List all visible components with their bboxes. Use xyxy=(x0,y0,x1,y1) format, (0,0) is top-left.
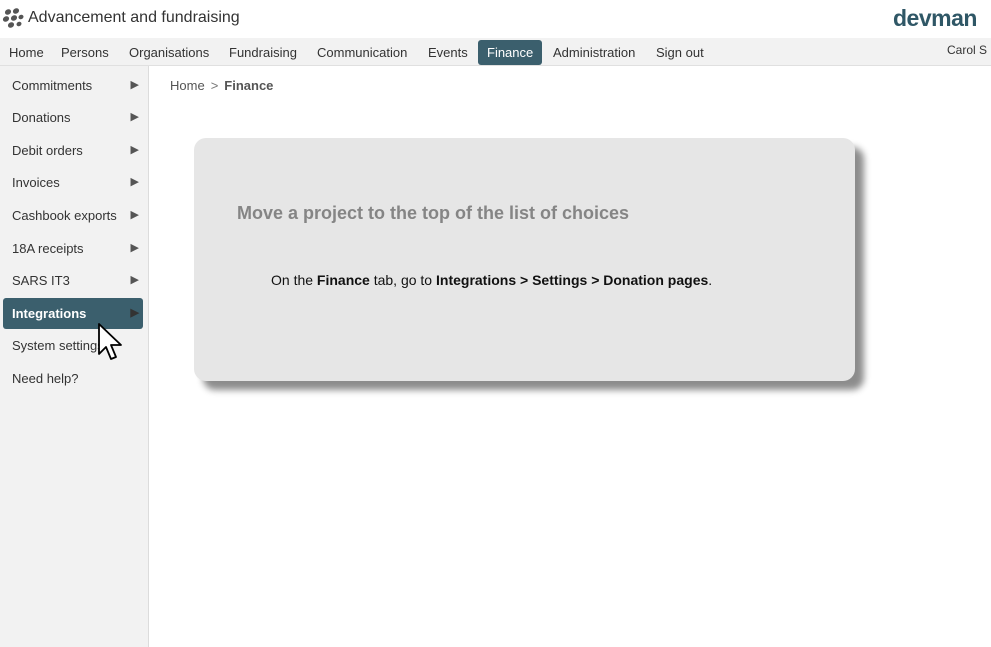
arrow-right-icon: ▶ xyxy=(130,111,139,123)
arrow-right-icon: ▶ xyxy=(130,307,139,319)
sidebar-item-label: Donations xyxy=(12,110,71,125)
arrow-right-icon: ▶ xyxy=(130,209,139,221)
sidebar-item-18a-receipts[interactable]: 18A receipts ▶ xyxy=(3,233,143,264)
instruction-path: Integrations > Settings > Donation pages xyxy=(436,272,709,288)
instruction-card: Move a project to the top of the list of… xyxy=(194,138,855,381)
sidebar-item-label: Need help? xyxy=(12,371,79,386)
arrow-right-icon: ▶ xyxy=(130,144,139,156)
sidebar-item-label: System settings xyxy=(12,338,104,353)
sidebar-item-debit-orders[interactable]: Debit orders ▶ xyxy=(3,135,143,166)
brand-logo[interactable]: devman xyxy=(893,5,977,32)
app-title: Advancement and fundraising xyxy=(28,9,240,26)
arrow-right-icon: ▶ xyxy=(130,79,139,91)
sidebar-item-label: Invoices xyxy=(12,175,60,190)
sidebar-item-label: Debit orders xyxy=(12,143,83,158)
sidebar-item-cashbook-exports[interactable]: Cashbook exports ▶ xyxy=(3,200,143,231)
instruction-text: . xyxy=(708,272,713,288)
instruction-tab-name: Finance xyxy=(316,272,370,288)
mouse-cursor-icon xyxy=(98,323,122,360)
main-navigation: Home Persons Organisations Fundraising C… xyxy=(0,38,991,66)
arrow-right-icon: ▶ xyxy=(130,176,139,188)
sidebar: Commitments ▶ Donations ▶ Debit orders ▶… xyxy=(0,66,149,647)
sidebar-item-label: SARS IT3 xyxy=(12,273,70,288)
sidebar-item-label: 18A receipts xyxy=(12,241,84,256)
sidebar-item-sars-it3[interactable]: SARS IT3 ▶ xyxy=(3,265,143,296)
breadcrumb-separator: > xyxy=(210,78,219,93)
breadcrumb-home[interactable]: Home xyxy=(170,78,205,93)
instruction-text: tab, go to xyxy=(369,272,436,288)
sidebar-item-label: Commitments xyxy=(12,78,93,93)
card-instruction: On the Finance tab, go to Integrations >… xyxy=(271,272,712,288)
nav-sign-out[interactable]: Sign out xyxy=(647,40,713,65)
nav-events[interactable]: Events xyxy=(419,40,477,65)
breadcrumb: Home > Finance xyxy=(170,78,273,93)
sidebar-item-label: Integrations xyxy=(12,306,87,321)
card-title: Move a project to the top of the list of… xyxy=(237,203,630,223)
sidebar-item-invoices[interactable]: Invoices ▶ xyxy=(3,167,143,198)
sidebar-item-label: Cashbook exports xyxy=(12,208,117,223)
nav-persons[interactable]: Persons xyxy=(52,40,118,65)
nav-home[interactable]: Home xyxy=(0,40,53,65)
app-logo-icon xyxy=(2,8,24,28)
sidebar-item-need-help[interactable]: Need help? xyxy=(3,363,143,394)
nav-administration[interactable]: Administration xyxy=(544,40,644,65)
top-bar: Advancement and fundraising devman xyxy=(0,0,991,38)
arrow-right-icon: ▶ xyxy=(130,242,139,254)
instruction-text: On the xyxy=(271,272,317,288)
nav-fundraising[interactable]: Fundraising xyxy=(220,40,306,65)
nav-communication[interactable]: Communication xyxy=(308,40,416,65)
arrow-right-icon: ▶ xyxy=(130,274,139,286)
sidebar-item-commitments[interactable]: Commitments ▶ xyxy=(3,70,143,101)
nav-organisations[interactable]: Organisations xyxy=(120,40,218,65)
nav-finance[interactable]: Finance xyxy=(478,40,543,65)
breadcrumb-current: Finance xyxy=(224,78,274,93)
sidebar-item-donations[interactable]: Donations ▶ xyxy=(3,102,143,133)
user-name[interactable]: Carol S xyxy=(947,43,987,57)
